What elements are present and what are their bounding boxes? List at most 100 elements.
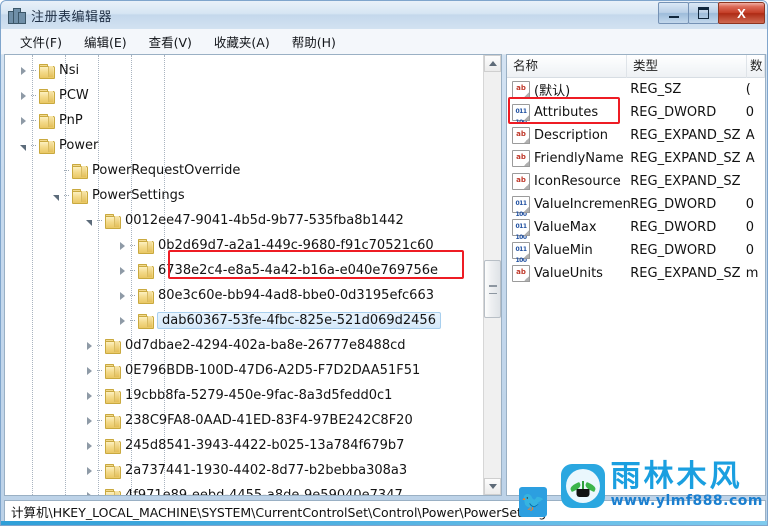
chevron-down-icon[interactable] [81, 208, 97, 233]
string-value-icon: ab [512, 81, 530, 98]
value-row[interactable]: ab (默认) REG_SZ ( [507, 78, 765, 101]
menu-file[interactable]: 文件(F) [11, 30, 71, 53]
chevron-right-icon[interactable] [81, 408, 97, 433]
tree-connector [31, 133, 38, 158]
chevron-right-icon[interactable] [15, 58, 31, 83]
tree-item[interactable]: 245d8541-3943-4422-b025-13a784f679b7 [5, 433, 485, 458]
folder-icon [71, 163, 88, 179]
chevron-right-icon[interactable] [114, 283, 130, 308]
chevron-right-icon[interactable] [81, 483, 97, 495]
value-type: REG_DWORD [630, 220, 717, 235]
chevron-right-icon[interactable] [15, 83, 31, 108]
value-data: 0 [745, 243, 755, 258]
chevron-right-icon[interactable] [114, 308, 130, 333]
value-row[interactable]: 011 100 ValueIncrement REG_DWORD 0 [507, 193, 765, 218]
value-data: A [745, 128, 755, 143]
chevron-right-icon[interactable] [81, 433, 97, 458]
tree-item[interactable]: 19cbb8fa-5279-450e-9fac-8a3d5fedd0c1 [5, 383, 485, 408]
values-list[interactable]: ab (默认) REG_SZ (011 100 Attributes REG_DWORD 0 a… [507, 78, 765, 285]
tree-item[interactable]: PowerSettings [5, 183, 485, 208]
scroll-down-button[interactable] [484, 478, 501, 495]
value-data: 0 [745, 220, 755, 235]
tree-item-label: Nsi [59, 63, 80, 78]
tree-connector [97, 483, 104, 495]
scroll-up-button[interactable] [484, 55, 501, 72]
tree-item[interactable]: 0b2d69d7-a2a1-449c-9680-f91c70521c60 [5, 233, 485, 258]
tree-item-label: 6738e2c4-e8a5-4a42-b16a-e040e769756e [158, 263, 439, 278]
tree-item-label: 0d7dbae2-4294-402a-ba8e-26777e8488cd [125, 338, 406, 353]
tree-connector [130, 308, 137, 333]
column-header-data[interactable]: 数 [747, 55, 765, 78]
chevron-right-icon[interactable] [81, 458, 97, 483]
chevron-right-icon[interactable] [81, 383, 97, 408]
chevron-right-icon[interactable] [15, 108, 31, 133]
value-name: ValueMin [534, 243, 593, 258]
registry-editor-window: 注册表编辑器 X 文件(F) 编辑(E) 查看(V) 收藏夹(A) 帮助(H) … [0, 0, 768, 526]
folder-icon [137, 263, 154, 279]
tree-item[interactable]: 238C9FA8-0AAD-41ED-83F4-97BE242C8F20 [5, 408, 485, 433]
folder-icon [104, 388, 121, 404]
tree-item[interactable]: 0E796BDB-100D-47D6-A2D5-F7D2DAA51F51 [5, 358, 485, 383]
value-row[interactable]: 011 100 ValueMin REG_DWORD 0 [507, 239, 765, 264]
tree-item[interactable]: 0012ee47-9041-4b5d-9b77-535fba8b1442 [5, 208, 485, 233]
column-header-type[interactable]: 类型 [627, 55, 747, 78]
value-row[interactable]: ab IconResource REG_EXPAND_SZ [507, 170, 765, 193]
value-type: REG_DWORD [630, 105, 717, 120]
folder-icon [71, 188, 88, 204]
folder-icon [104, 438, 121, 454]
value-type: REG_EXPAND_SZ [630, 128, 741, 143]
tree-connector [130, 283, 137, 308]
menu-edit[interactable]: 编辑(E) [75, 30, 136, 53]
dword-value-icon: 011 100 [512, 104, 530, 126]
tree-connector [97, 383, 104, 408]
chevron-right-icon[interactable] [81, 358, 97, 383]
bird-icon: 🐦 [519, 487, 547, 517]
menu-view[interactable]: 查看(V) [140, 30, 201, 53]
tree-connector [64, 183, 71, 208]
close-button[interactable]: X [718, 2, 765, 24]
chevron-right-icon[interactable] [114, 258, 130, 283]
value-row[interactable]: 011 100 Attributes REG_DWORD 0 [507, 101, 765, 126]
tree-item-label: PnP [59, 113, 83, 128]
tree-item[interactable]: PCW [5, 83, 485, 108]
scroll-thumb[interactable] [484, 260, 501, 318]
tree-item[interactable]: Nsi [5, 58, 485, 83]
tree-item[interactable]: PowerRequestOverride [5, 158, 485, 183]
tree-item[interactable]: 6738e2c4-e8a5-4a42-b16a-e040e769756e [5, 258, 485, 283]
maximize-button[interactable] [688, 2, 719, 24]
minimize-button[interactable] [658, 2, 689, 24]
menu-help[interactable]: 帮助(H) [283, 30, 345, 53]
tree-item[interactable]: Power [5, 133, 485, 158]
tree-connector [31, 108, 38, 133]
value-row[interactable]: 011 100 ValueMax REG_DWORD 0 [507, 216, 765, 241]
chevron-down-icon[interactable] [48, 183, 64, 208]
value-row[interactable]: ab FriendlyName REG_EXPAND_SZ A [507, 147, 765, 170]
value-row[interactable]: ab ValueUnits REG_EXPAND_SZ m [507, 262, 765, 285]
chevron-right-icon[interactable] [114, 233, 130, 258]
tree-item[interactable]: PnP [5, 108, 485, 133]
value-name: (默认) [534, 84, 571, 99]
tree-item[interactable]: 0d7dbae2-4294-402a-ba8e-26777e8488cd [5, 333, 485, 358]
registry-tree[interactable]: Nsi PCW PnP Power PowerRequestOverride PowerS… [5, 55, 485, 495]
registry-values-pane: 名称 类型 数 ab (默认) REG_SZ (011 100 Attributes REG… [506, 54, 766, 496]
tree-item[interactable]: dab60367-53fe-4fbc-825e-521d069d2456 [5, 308, 485, 333]
status-bar-path: 计算机\HKEY_LOCAL_MACHINE\SYSTEM\CurrentCon… [11, 504, 547, 520]
folder-icon [38, 138, 55, 154]
tree-item[interactable]: 2a737441-1930-4402-8d77-b2bebba308a3 [5, 458, 485, 483]
tree-connector [97, 208, 104, 233]
column-header-name[interactable]: 名称 [507, 55, 627, 78]
tree-connector [130, 233, 137, 258]
menu-favorites[interactable]: 收藏夹(A) [205, 30, 279, 53]
tree-item-label: PCW [59, 88, 89, 103]
value-name: ValueIncrement [534, 197, 631, 212]
tree-item[interactable]: 80e3c60e-bb94-4ad8-bbe0-0d3195efc663 [5, 283, 485, 308]
tree-connector [64, 158, 71, 183]
tree-item[interactable]: 4f971e89-eebd-4455-a8de-9e59040e7347 [5, 483, 485, 495]
value-row[interactable]: ab Description REG_EXPAND_SZ A [507, 124, 765, 147]
chevron-right-icon[interactable] [81, 333, 97, 358]
title-bar[interactable]: 注册表编辑器 X [1, 1, 767, 29]
tree-vertical-scrollbar[interactable] [483, 55, 501, 495]
chevron-down-icon[interactable] [15, 133, 31, 158]
window-controls: X [658, 2, 765, 24]
value-type: REG_SZ [630, 82, 682, 97]
